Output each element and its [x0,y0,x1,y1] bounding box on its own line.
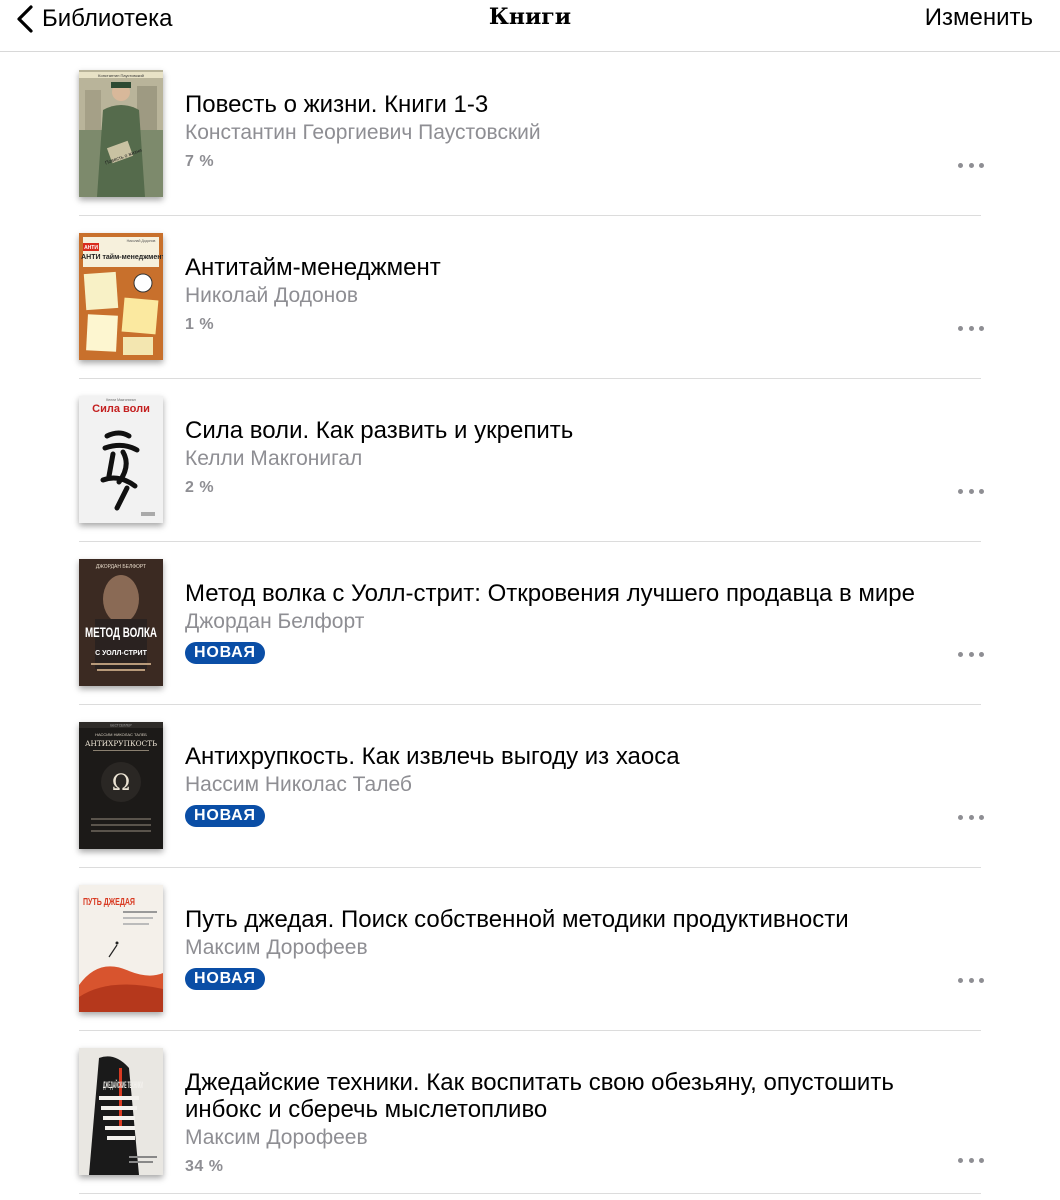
book-cover-image: ПУТЬ ДЖЕДАЯ [79,885,163,1012]
book-progress: 7 % [185,153,215,170]
back-label: Библиотека [42,5,173,32]
more-button[interactable] [958,322,984,334]
book-cover[interactable]: ДЖОРДАН БЕЛФОРТ МЕТОД ВОЛКА С УОЛЛ-СТРИТ [79,559,163,686]
book-author: Максим Дорофеев [185,1126,368,1149]
cover-title-text: АНТИХРУПКОСТЬ [85,739,157,748]
cover-title-text: МЕТОД ВОЛКА [85,624,157,640]
book-progress: 1 % [185,316,215,333]
book-cover[interactable]: Келли Макгонигал Сила воли [79,396,163,523]
svg-text:АНТИ: АНТИ [84,245,98,251]
more-dot-icon [958,977,963,983]
book-cover[interactable]: Константин Паустовский Повесть о жизни [79,70,163,197]
more-button[interactable] [958,974,984,986]
back-button[interactable]: Библиотека [14,2,173,36]
book-row[interactable]: Константин Паустовский Повесть о жизни П… [0,53,1060,216]
book-row[interactable]: Келли Макгонигал Сила воли Сила воли. Ка… [0,379,1060,542]
more-dot-icon [958,651,963,657]
book-title: Джедайские техники. Как воспитать свою о… [185,1069,894,1123]
new-badge: НОВАЯ [185,968,265,990]
cover-title-text: АНТИ тайм-менеджмент [81,253,163,261]
svg-text:БЕСТСЕЛЛЕР: БЕСТСЕЛЛЕР [110,724,131,728]
edit-button[interactable]: Изменить [925,4,1033,32]
book-row[interactable]: ПУТЬ ДЖЕДАЯ Путь джедая. Поиск собственн… [0,868,1060,1031]
more-dot-icon [979,325,984,331]
cover-top-text: ДЖОРДАН БЕЛФОРТ [96,564,146,570]
book-info: Метод волка с Уолл-стрит: Откровения луч… [185,580,965,664]
new-badge: НОВАЯ [185,642,265,664]
book-info: Антихрупкость. Как извлечь выгоду из хао… [185,743,965,827]
book-info: Сила воли. Как развить и укрепить Келли … [185,417,965,497]
more-dot-icon [958,162,963,168]
book-title: Путь джедая. Поиск собственной методики … [185,906,849,933]
book-author: Максим Дорофеев [185,936,368,959]
cover-top-text: Николай Додонов [127,239,156,243]
cover-top-text: Келли Макгонигал [106,398,136,402]
more-dot-icon [958,325,963,331]
book-title: Антитайм-менеджмент [185,254,441,281]
book-info: Повесть о жизни. Книги 1-3 Константин Ге… [185,91,965,171]
book-info: Антитайм-менеджмент Николай Додонов 1 % [185,254,965,334]
more-button[interactable] [958,811,984,823]
more-dot-icon [979,814,984,820]
more-button[interactable] [958,485,984,497]
book-cover[interactable]: ДЖЕДАЙСКИЕ ТЕХНИКИ [79,1048,163,1175]
more-dot-icon [968,325,974,331]
book-cover[interactable]: АНТИ АНТИ тайм-менеджмент Николай Додоно… [79,233,163,360]
book-author: Николай Додонов [185,284,359,307]
more-dot-icon [958,1157,963,1163]
book-cover-image: Келли Макгонигал Сила воли [79,396,163,523]
more-dot-icon [968,814,974,820]
book-title: Антихрупкость. Как извлечь выгоду из хао… [185,743,680,770]
book-cover-image: ДЖЕДАЙСКИЕ ТЕХНИКИ [79,1048,163,1175]
book-row[interactable]: БЕСТСЕЛЛЕР НАССИМ НИКОЛАС ТАЛЕБ АНТИХРУП… [0,705,1060,868]
cover-top-text: Константин Паустовский [98,73,144,78]
more-dot-icon [968,162,974,168]
more-dot-icon [979,162,984,168]
book-cover-image: ДЖОРДАН БЕЛФОРТ МЕТОД ВОЛКА С УОЛЛ-СТРИТ [79,559,163,686]
more-dot-icon [968,651,974,657]
book-info: Путь джедая. Поиск собственной методики … [185,906,965,990]
cover-sub-text: С УОЛЛ-СТРИТ [95,650,147,657]
book-cover-image: АНТИ АНТИ тайм-менеджмент Николай Додоно… [79,233,163,360]
row-separator [79,1193,981,1194]
more-dot-icon [958,488,963,494]
book-cover-image: Константин Паустовский Повесть о жизни [79,70,163,197]
more-dot-icon [979,651,984,657]
book-title: Сила воли. Как развить и укрепить [185,417,574,444]
more-dot-icon [968,488,974,494]
book-title: Повесть о жизни. Книги 1-3 [185,91,489,118]
more-button[interactable] [958,159,984,171]
book-author: Келли Макгонигал [185,447,363,470]
cover-title-text: ДЖЕДАЙСКИЕ ТЕХНИКИ [103,1079,143,1090]
book-row[interactable]: ДЖОРДАН БЕЛФОРТ МЕТОД ВОЛКА С УОЛЛ-СТРИТ… [0,542,1060,705]
book-title: Метод волка с Уолл-стрит: Откровения луч… [185,580,915,607]
book-info: Джедайские техники. Как воспитать свою о… [185,1069,965,1176]
book-row[interactable]: АНТИ АНТИ тайм-менеджмент Николай Додоно… [0,216,1060,379]
book-author: Константин Георгиевич Паустовский [185,121,541,144]
book-cover[interactable]: ПУТЬ ДЖЕДАЯ [79,885,163,1012]
more-dot-icon [958,814,963,820]
new-badge: НОВАЯ [185,805,265,827]
more-button[interactable] [958,648,984,660]
book-row[interactable]: ДЖЕДАЙСКИЕ ТЕХНИКИ Джедайские техники. К… [0,1031,1060,1194]
cover-title-text: Сила воли [92,403,150,415]
chevron-left-icon [17,5,33,33]
cover-top-text: НАССИМ НИКОЛАС ТАЛЕБ [95,732,147,737]
more-dot-icon [979,977,984,983]
book-cover[interactable]: БЕСТСЕЛЛЕР НАССИМ НИКОЛАС ТАЛЕБ АНТИХРУП… [79,722,163,849]
more-dot-icon [968,1157,974,1163]
more-dot-icon [979,488,984,494]
cover-title-text: ПУТЬ ДЖЕДАЯ [83,897,135,908]
more-button[interactable] [958,1154,984,1166]
more-dot-icon [979,1157,984,1163]
book-progress: 34 % [185,1158,224,1175]
book-progress: 2 % [185,479,215,496]
book-author: Джордан Белфорт [185,610,365,633]
book-author: Нассим Николас Талеб [185,773,412,796]
book-cover-image: БЕСТСЕЛЛЕР НАССИМ НИКОЛАС ТАЛЕБ АНТИХРУП… [79,722,163,849]
svg-text:Ω: Ω [112,771,130,796]
more-dot-icon [968,977,974,983]
navigation-bar: Библиотека Книги Изменить [0,0,1060,52]
